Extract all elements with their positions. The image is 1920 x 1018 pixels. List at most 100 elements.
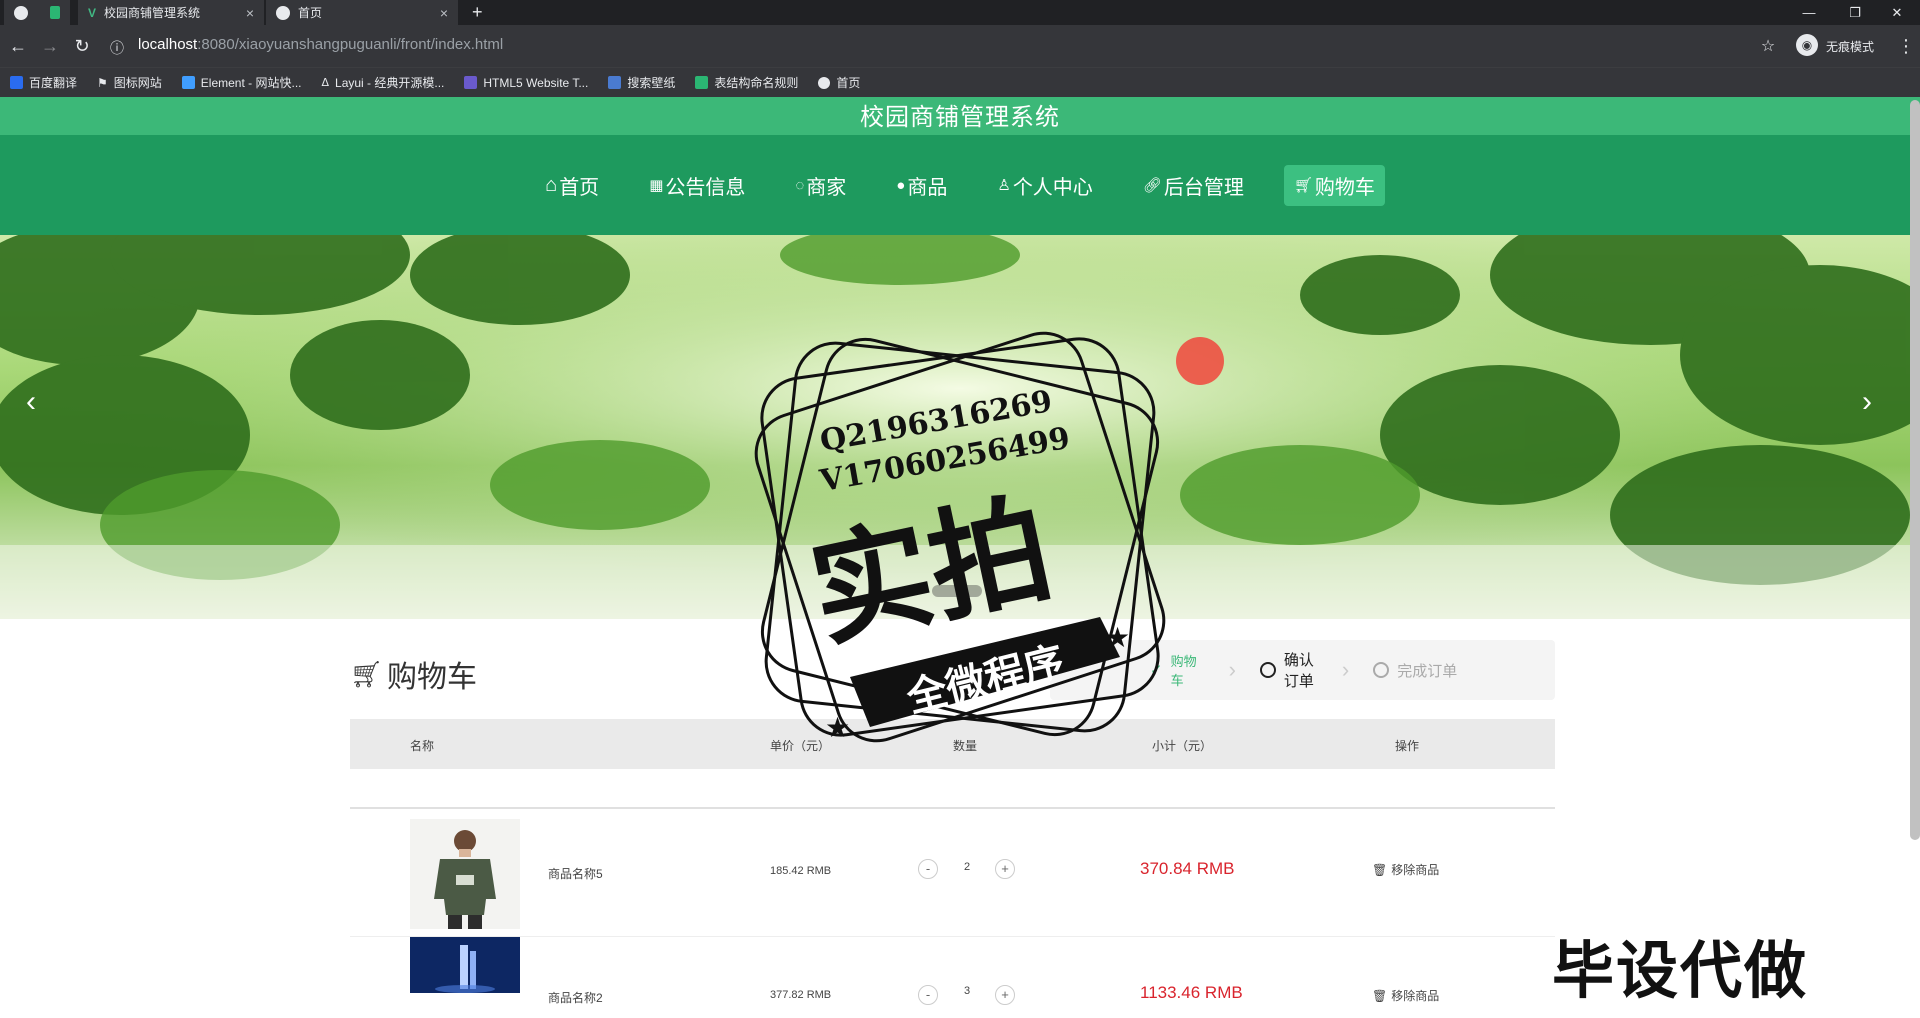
product-name[interactable]: 商品名称5 bbox=[548, 865, 603, 882]
globe-icon bbox=[276, 5, 290, 20]
nav-home[interactable]: ⌂ 首页 bbox=[535, 165, 609, 206]
app-icon bbox=[50, 6, 60, 19]
page-viewport: 校园商铺管理系统 ⌂ 首页 ▦ 公告信息 ◌ 商家 ● 商品 ♙ 个人中心 🔗︎ 后台管理 … bbox=[0, 97, 1920, 1018]
tab-system[interactable]: V 校园商铺管理系统 × bbox=[78, 0, 264, 25]
close-tab-icon[interactable]: × bbox=[440, 5, 448, 21]
main-nav: ⌂ 首页 ▦ 公告信息 ◌ 商家 ● 商品 ♙ 个人中心 🔗︎ 后台管理 🛒︎ 购物车 bbox=[0, 135, 1920, 235]
pinned-tab[interactable] bbox=[4, 0, 44, 25]
remove-item-button[interactable]: 🗑︎ 移除商品 bbox=[1372, 861, 1439, 878]
nav-admin[interactable]: 🔗︎ 后台管理 bbox=[1133, 165, 1254, 206]
bookmark-item[interactable]: 百度翻译 bbox=[10, 74, 77, 91]
increase-qty-button[interactable]: + bbox=[995, 859, 1015, 879]
chevron-right-icon: › bbox=[1341, 657, 1350, 682]
html5-icon bbox=[464, 76, 478, 89]
nav-profile[interactable]: ♙ 个人中心 bbox=[987, 165, 1102, 206]
bookmark-item[interactable]: ᐃ Layui - 经典开源模... bbox=[322, 74, 445, 91]
tab-label: 校园商铺管理系统 bbox=[104, 6, 201, 20]
prev-slide-icon[interactable]: ‹ bbox=[26, 385, 36, 419]
pinned-tab-green[interactable] bbox=[40, 0, 70, 25]
next-slide-icon[interactable]: › bbox=[1862, 385, 1872, 419]
product-image[interactable] bbox=[410, 819, 520, 929]
remove-item-button[interactable]: 🗑︎ 移除商品 bbox=[1372, 987, 1439, 1004]
bookmark-item[interactable]: ⚑ 图标网站 bbox=[97, 74, 162, 91]
cart-title-text: 购物车 bbox=[387, 661, 478, 694]
col-name: 名称 bbox=[410, 739, 435, 753]
bookmark-item[interactable]: Element - 网站快... bbox=[181, 74, 302, 91]
product-image[interactable] bbox=[410, 937, 520, 993]
close-window-button[interactable]: ✕ bbox=[1874, 0, 1920, 25]
nav-cart[interactable]: 🛒︎ 购物车 bbox=[1283, 164, 1385, 206]
tab-label: 首页 bbox=[298, 6, 323, 20]
col-qty: 数量 bbox=[953, 739, 978, 753]
wallpaper-icon bbox=[608, 76, 622, 89]
product-name[interactable]: 商品名称2 bbox=[548, 989, 603, 1006]
flag-icon: ⚑ bbox=[97, 75, 108, 90]
carousel-indicator[interactable] bbox=[932, 585, 982, 597]
check-circle-icon: ✓ bbox=[1150, 662, 1163, 679]
url-path: :8080/xiaoyuanshangpuguanli/front/index.… bbox=[197, 36, 504, 53]
info-icon[interactable]: ⓘ bbox=[110, 38, 124, 58]
quantity-value[interactable]: 3 bbox=[964, 985, 970, 997]
step-label: 确认订单 bbox=[1283, 652, 1314, 690]
step-label: 购物车 bbox=[1170, 654, 1197, 688]
circle-icon bbox=[1259, 662, 1276, 678]
nav-shop[interactable]: ◌ 商家 bbox=[785, 165, 856, 206]
cart-icon: 🛒︎ bbox=[350, 658, 384, 689]
forward-icon[interactable]: → bbox=[38, 36, 62, 57]
watermark-text: 毕设代做 bbox=[1552, 934, 1809, 1007]
col-price: 单价（元） bbox=[770, 739, 831, 753]
bookmark-item[interactable]: 表结构命名规则 bbox=[695, 74, 798, 91]
step-label: 完成订单 bbox=[1397, 662, 1458, 680]
bookmarks-bar: 百度翻译 ⚑ 图标网站 Element - 网站快... ᐃ Layui - 经典开… bbox=[0, 67, 1920, 97]
cart-row: 商品名称2 377.82 RMB - 3 + 1133.46 RMB 🗑︎ 移除商… bbox=[350, 937, 1555, 1018]
bookmark-item[interactable]: 首页 bbox=[818, 74, 860, 91]
step-finish: 完成订单 bbox=[1373, 660, 1457, 681]
url-input[interactable]: localhost:8080/xiaoyuanshangpuguanli/fro… bbox=[138, 36, 503, 53]
star-icon[interactable]: ☆ bbox=[1756, 36, 1780, 56]
col-action: 操作 bbox=[1395, 739, 1420, 753]
col-subtotal: 小计（元） bbox=[1152, 739, 1213, 753]
leaves-background bbox=[0, 235, 1920, 619]
chevron-right-icon: › bbox=[1228, 657, 1236, 682]
nav-label: 首页 bbox=[559, 176, 600, 199]
circle-icon bbox=[1373, 662, 1390, 678]
nav-notice[interactable]: ▦ 公告信息 bbox=[639, 165, 755, 206]
bookmark-item[interactable]: 搜索壁纸 bbox=[608, 74, 675, 91]
user-icon: ♙ bbox=[997, 177, 1011, 194]
trash-icon: 🗑︎ bbox=[1372, 988, 1388, 1003]
scrollbar[interactable] bbox=[1910, 100, 1920, 840]
profile-label[interactable]: 无痕模式 bbox=[1826, 38, 1874, 55]
bookmark-item[interactable]: HTML5 Website T... bbox=[464, 76, 588, 90]
minimize-button[interactable]: — bbox=[1786, 0, 1832, 25]
bookmark-label: 百度翻译 bbox=[29, 76, 78, 90]
nav-label: 个人中心 bbox=[1012, 176, 1093, 199]
row-subtotal: 1133.46 RMB bbox=[1140, 983, 1243, 1002]
tab-home[interactable]: 首页 × bbox=[266, 0, 458, 25]
reload-icon[interactable]: ↻ bbox=[70, 36, 94, 57]
increase-qty-button[interactable]: + bbox=[995, 985, 1015, 1005]
trash-icon: 🗑︎ bbox=[1372, 862, 1388, 877]
cart-table-header: 名称 单价（元） 数量 小计（元） 操作 bbox=[350, 719, 1555, 769]
quantity-value[interactable]: 2 bbox=[964, 861, 970, 873]
remove-label: 移除商品 bbox=[1391, 989, 1440, 1003]
decrease-qty-button[interactable]: - bbox=[918, 859, 938, 879]
decrease-qty-button[interactable]: - bbox=[918, 985, 938, 1005]
translate-icon bbox=[10, 76, 23, 89]
new-tab-button[interactable]: + bbox=[462, 0, 492, 25]
step-cart: ✓ 购物车 bbox=[1150, 651, 1205, 689]
close-tab-icon[interactable]: × bbox=[246, 5, 254, 21]
element-icon bbox=[181, 76, 195, 89]
goods-icon: ● bbox=[896, 176, 906, 194]
remove-label: 移除商品 bbox=[1391, 863, 1440, 877]
nav-goods[interactable]: ● 商品 bbox=[886, 165, 957, 206]
table-icon bbox=[695, 76, 709, 89]
unit-price: 185.42 RMB bbox=[770, 865, 832, 877]
bookmark-label: 图标网站 bbox=[113, 76, 162, 90]
address-bar: ← → ↻ ⓘ localhost:8080/xiaoyuanshangpugu… bbox=[0, 25, 1920, 67]
vue-icon: V bbox=[88, 5, 97, 20]
back-icon[interactable]: ← bbox=[6, 36, 30, 57]
cart-icon: 🛒︎ bbox=[1293, 177, 1313, 194]
shop-icon: ◌ bbox=[795, 176, 805, 194]
menu-icon[interactable]: ⋮ bbox=[1894, 36, 1918, 57]
restore-button[interactable]: ❐ bbox=[1832, 0, 1878, 25]
